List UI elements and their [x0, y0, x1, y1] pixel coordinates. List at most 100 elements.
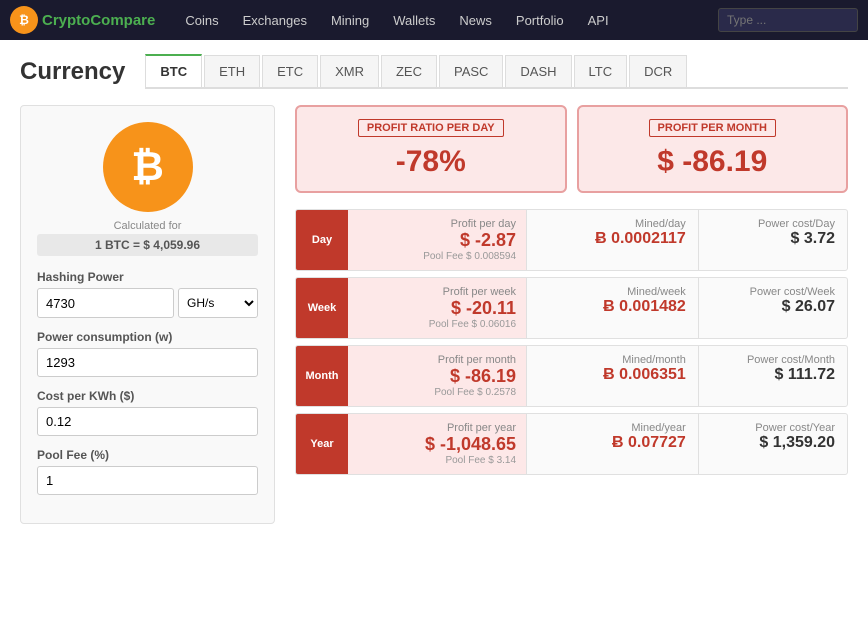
week-profit: Profit per week $ -20.11 Pool Fee $ 0.06… — [348, 278, 527, 338]
tab-ltc[interactable]: LTC — [574, 55, 628, 87]
hashing-power-label: Hashing Power — [37, 270, 258, 284]
month-profit: Profit per month $ -86.19 Pool Fee $ 0.2… — [348, 346, 527, 406]
week-mined-value: Ƀ 0.001482 — [539, 298, 686, 316]
week-profit-label: Profit per week — [358, 286, 516, 298]
day-profit-label: Profit per day — [358, 218, 516, 230]
day-profit-value: $ -2.87 — [358, 230, 516, 251]
year-power-label: Power cost/Year — [711, 422, 835, 434]
power-consumption-label: Power consumption (w) — [37, 330, 258, 344]
year-row: Year Profit per year $ -1,048.65 Pool Fe… — [295, 413, 848, 475]
profit-cards: PROFIT RATIO PER DAY -78% PROFIT PER MON… — [295, 105, 848, 193]
calc-value: 1 BTC = $ 4,059.96 — [37, 234, 258, 256]
year-profit: Profit per year $ -1,048.65 Pool Fee $ 3… — [348, 414, 527, 474]
hashing-power-group: Hashing Power GH/s TH/s MH/s — [37, 270, 258, 318]
nav-api[interactable]: API — [578, 9, 619, 32]
year-mined-value: Ƀ 0.07727 — [539, 434, 686, 452]
week-power-value: $ 26.07 — [711, 298, 835, 316]
day-power-value: $ 3.72 — [711, 230, 835, 248]
hashing-power-unit-select[interactable]: GH/s TH/s MH/s — [178, 288, 258, 318]
left-panel: ₿ Calculated for 1 BTC = $ 4,059.96 Hash… — [20, 105, 275, 524]
logo[interactable]: ₿ CryptoCompare — [10, 6, 155, 34]
month-profit-value: $ -86.19 — [358, 366, 516, 387]
logo-text-first: Crypto — [42, 12, 90, 29]
profit-ratio-card: PROFIT RATIO PER DAY -78% — [295, 105, 567, 193]
cost-per-kwh-group: Cost per KWh ($) — [37, 389, 258, 436]
week-period: Week — [296, 278, 348, 338]
week-power: Power cost/Week $ 26.07 — [699, 278, 847, 338]
logo-text-second: Compare — [90, 12, 155, 29]
year-power: Power cost/Year $ 1,359.20 — [699, 414, 847, 474]
currency-header: Currency BTC ETH ETC XMR ZEC PASC DASH L… — [0, 40, 868, 89]
week-mined-label: Mined/week — [539, 286, 686, 298]
nav-exchanges[interactable]: Exchanges — [233, 9, 317, 32]
year-power-value: $ 1,359.20 — [711, 434, 835, 452]
pool-fee-input[interactable] — [37, 466, 258, 495]
profit-month-value: $ -86.19 — [595, 145, 831, 179]
year-pool-fee: Pool Fee $ 3.14 — [358, 455, 516, 466]
day-profit: Profit per day $ -2.87 Pool Fee $ 0.0085… — [348, 210, 527, 270]
right-panel: PROFIT RATIO PER DAY -78% PROFIT PER MON… — [295, 105, 848, 524]
logo-text: CryptoCompare — [42, 12, 155, 29]
pool-fee-group: Pool Fee (%) — [37, 448, 258, 495]
tab-xmr[interactable]: XMR — [320, 55, 379, 87]
day-row: Day Profit per day $ -2.87 Pool Fee $ 0.… — [295, 209, 848, 271]
nav-links: Coins Exchanges Mining Wallets News Port… — [175, 9, 718, 32]
nav-wallets[interactable]: Wallets — [383, 9, 445, 32]
day-mined-label: Mined/day — [539, 218, 686, 230]
month-pool-fee: Pool Fee $ 0.2578 — [358, 387, 516, 398]
month-profit-label: Profit per month — [358, 354, 516, 366]
month-row: Month Profit per month $ -86.19 Pool Fee… — [295, 345, 848, 407]
tab-btc[interactable]: BTC — [145, 54, 202, 87]
nav-coins[interactable]: Coins — [175, 9, 228, 32]
calc-label: Calculated for — [114, 220, 182, 232]
month-power: Power cost/Month $ 111.72 — [699, 346, 847, 406]
cost-per-kwh-input[interactable] — [37, 407, 258, 436]
year-profit-label: Profit per year — [358, 422, 516, 434]
page-title: Currency — [20, 58, 125, 86]
coin-icon: ₿ — [103, 122, 193, 212]
week-profit-value: $ -20.11 — [358, 298, 516, 319]
tab-zec[interactable]: ZEC — [381, 55, 437, 87]
nav-mining[interactable]: Mining — [321, 9, 379, 32]
year-mined: Mined/year Ƀ 0.07727 — [527, 414, 699, 474]
year-mined-label: Mined/year — [539, 422, 686, 434]
day-mined-value: Ƀ 0.0002117 — [539, 230, 686, 248]
week-mined: Mined/week Ƀ 0.001482 — [527, 278, 699, 338]
tab-dash[interactable]: DASH — [505, 55, 571, 87]
cost-per-kwh-label: Cost per KWh ($) — [37, 389, 258, 403]
month-power-label: Power cost/Month — [711, 354, 835, 366]
day-mined: Mined/day Ƀ 0.0002117 — [527, 210, 699, 270]
month-mined-value: Ƀ 0.006351 — [539, 366, 686, 384]
tab-etc[interactable]: ETC — [262, 55, 318, 87]
day-power-label: Power cost/Day — [711, 218, 835, 230]
tab-dcr[interactable]: DCR — [629, 55, 687, 87]
hashing-power-input[interactable] — [37, 288, 174, 318]
main-content: ₿ Calculated for 1 BTC = $ 4,059.96 Hash… — [0, 89, 868, 540]
week-row: Week Profit per week $ -20.11 Pool Fee $… — [295, 277, 848, 339]
pool-fee-label: Pool Fee (%) — [37, 448, 258, 462]
week-power-label: Power cost/Week — [711, 286, 835, 298]
month-power-value: $ 111.72 — [711, 366, 835, 384]
year-period: Year — [296, 414, 348, 474]
day-power: Power cost/Day $ 3.72 — [699, 210, 847, 270]
power-consumption-input[interactable] — [37, 348, 258, 377]
search-input[interactable] — [718, 8, 858, 32]
tab-eth[interactable]: ETH — [204, 55, 260, 87]
year-profit-value: $ -1,048.65 — [358, 434, 516, 455]
logo-icon: ₿ — [10, 6, 38, 34]
nav-news[interactable]: News — [449, 9, 502, 32]
profit-ratio-value: -78% — [313, 145, 549, 179]
profit-month-label: PROFIT PER MONTH — [649, 119, 776, 137]
day-period: Day — [296, 210, 348, 270]
nav-portfolio[interactable]: Portfolio — [506, 9, 574, 32]
week-pool-fee: Pool Fee $ 0.06016 — [358, 319, 516, 330]
month-mined: Mined/month Ƀ 0.006351 — [527, 346, 699, 406]
power-consumption-group: Power consumption (w) — [37, 330, 258, 377]
navbar: ₿ CryptoCompare Coins Exchanges Mining W… — [0, 0, 868, 40]
profit-month-card: PROFIT PER MONTH $ -86.19 — [577, 105, 849, 193]
profit-ratio-label: PROFIT RATIO PER DAY — [358, 119, 504, 137]
month-period: Month — [296, 346, 348, 406]
month-mined-label: Mined/month — [539, 354, 686, 366]
tab-pasc[interactable]: PASC — [439, 55, 503, 87]
day-pool-fee: Pool Fee $ 0.008594 — [358, 251, 516, 262]
